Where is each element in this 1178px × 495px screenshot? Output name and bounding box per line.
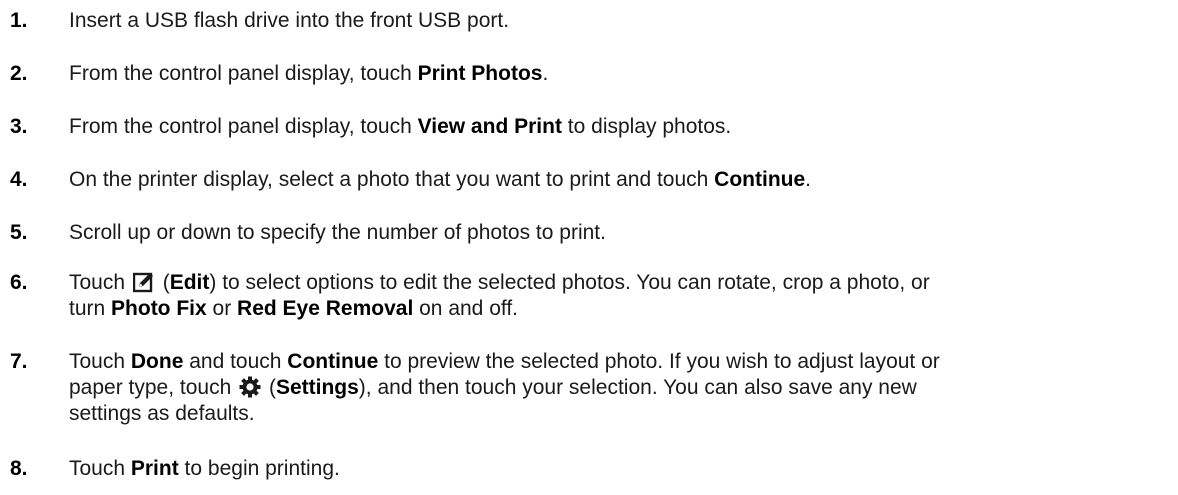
step-number: 5. [10,221,28,244]
step-text: Touch (Edit) to select options to edit t… [69,271,930,320]
edit-icon [132,271,155,293]
ui-label-print: Print [130,457,179,480]
step-number: 8. [10,457,28,480]
settings-gear-icon [239,376,261,398]
ui-label-edit: Edit [169,271,210,294]
ui-label-red-eye-removal: Red Eye Removal [237,297,414,320]
step-number: 1. [10,9,28,32]
step-text: On the printer display, select a photo t… [69,168,811,191]
step-number: 3. [10,115,28,138]
ui-label-continue: Continue [287,350,379,373]
ui-label-done: Done [130,350,184,373]
ui-label-continue: Continue [714,168,806,191]
ui-label-photo-fix: Photo Fix [111,297,207,320]
step-number: 4. [10,168,28,191]
instruction-steps: 1. Insert a USB flash drive into the fro… [0,0,1178,495]
step-text: From the control panel display, touch Vi… [69,115,732,138]
step-number: 2. [10,62,28,85]
step-text: From the control panel display, touch Pr… [69,62,549,85]
step-number: 7. [10,350,28,373]
step-text: Insert a USB flash drive into the front … [69,9,510,32]
step-number: 6. [10,271,28,294]
ui-label-settings: Settings [275,376,359,399]
step-text: Scroll up or down to specify the number … [69,221,606,244]
ui-label-view-and-print: View and Print [417,115,562,138]
step-text: Touch Print to begin printing. [69,457,340,480]
step-text: Touch Done and touch Continue to preview… [69,350,940,425]
ui-label-print-photos: Print Photos [417,62,543,85]
